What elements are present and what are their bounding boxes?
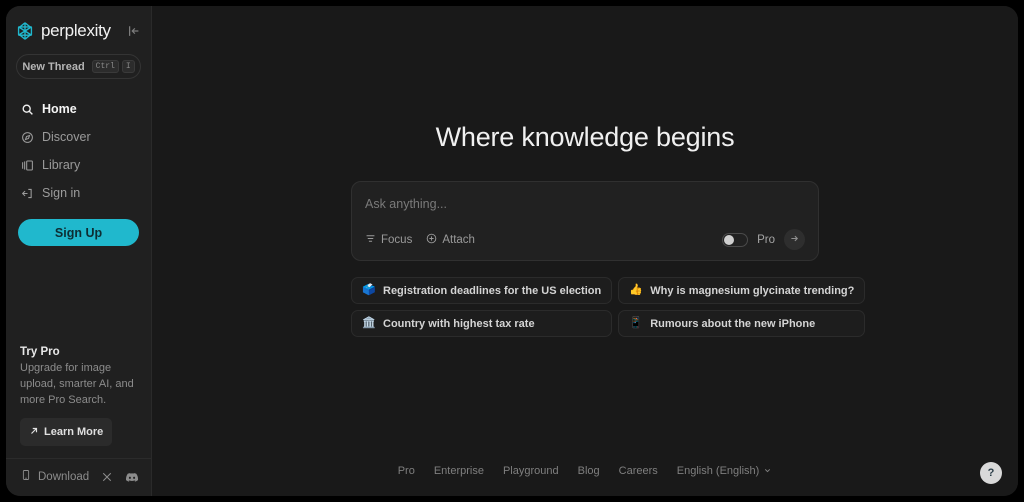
- page-title: Where knowledge begins: [436, 122, 735, 153]
- sidebar-item-sign-in[interactable]: Sign in: [6, 179, 151, 207]
- search-input[interactable]: [365, 197, 805, 229]
- suggestion-card-iphone[interactable]: 📱 Rumours about the new iPhone: [618, 310, 865, 337]
- x-twitter-icon[interactable]: [101, 471, 113, 483]
- focus-label: Focus: [381, 234, 412, 246]
- search-panel: Focus Attach Pro: [351, 181, 819, 261]
- download-label: Download: [38, 471, 89, 483]
- footer-link-careers[interactable]: Careers: [619, 465, 658, 477]
- library-icon: [20, 158, 34, 172]
- sidebar-spacer: [6, 246, 151, 346]
- language-selector[interactable]: English (English): [677, 462, 773, 480]
- suggestion-card-magnesium[interactable]: 👍 Why is magnesium glycinate trending?: [618, 277, 865, 304]
- focus-button[interactable]: Focus: [365, 231, 412, 249]
- footer-link-playground[interactable]: Playground: [503, 465, 559, 477]
- pro-toggle[interactable]: [722, 233, 748, 247]
- shortcut-key-ctrl: Ctrl: [92, 60, 119, 74]
- sidebar-item-discover-label: Discover: [42, 130, 91, 144]
- sign-up-button[interactable]: Sign Up: [18, 219, 139, 246]
- filter-icon: [365, 231, 376, 249]
- discord-icon[interactable]: [125, 472, 139, 483]
- footer-link-pro[interactable]: Pro: [398, 465, 415, 477]
- pro-toggle-knob: [724, 235, 734, 245]
- search-toolbar: Focus Attach Pro: [365, 229, 805, 250]
- app-window: perplexity New Thread Ctrl I: [6, 6, 1018, 496]
- social-links: [101, 471, 139, 483]
- question-mark-icon: ?: [988, 467, 995, 479]
- plus-circle-icon: [426, 231, 437, 249]
- mobile-icon: [20, 468, 32, 486]
- sidebar-item-home-label: Home: [42, 102, 77, 116]
- new-thread-button[interactable]: New Thread Ctrl I: [16, 54, 141, 79]
- sidebar-item-home[interactable]: Home: [6, 95, 151, 123]
- attach-button[interactable]: Attach: [426, 231, 475, 249]
- help-button[interactable]: ?: [980, 462, 1002, 484]
- suggestion-card-election[interactable]: 🗳️ Registration deadlines for the US ele…: [351, 277, 612, 304]
- sidebar-nav: Home Discover Library: [6, 95, 151, 207]
- brand-name: perplexity: [41, 21, 111, 41]
- suggestion-label: Rumours about the new iPhone: [650, 318, 815, 330]
- suggestion-label: Country with highest tax rate: [383, 318, 535, 330]
- mobile-phone-icon: 📱: [629, 318, 641, 329]
- classical-building-icon: 🏛️: [362, 318, 374, 329]
- compass-icon: [20, 130, 34, 144]
- submit-button[interactable]: [784, 229, 805, 250]
- collapse-sidebar-icon[interactable]: [125, 22, 143, 40]
- new-thread-shortcut: Ctrl I: [92, 60, 135, 74]
- language-label: English (English): [677, 465, 760, 477]
- footer-link-enterprise[interactable]: Enterprise: [434, 465, 484, 477]
- perplexity-star-icon: [14, 20, 36, 42]
- arrow-up-right-icon: [29, 423, 39, 441]
- sidebar: perplexity New Thread Ctrl I: [6, 6, 152, 496]
- brand-logo-row[interactable]: perplexity: [6, 6, 151, 42]
- sidebar-item-discover[interactable]: Discover: [6, 123, 151, 151]
- search-icon: [20, 102, 34, 116]
- try-pro-description: Upgrade for image upload, smarter AI, an…: [20, 361, 139, 409]
- try-pro-promo: Try Pro Upgrade for image upload, smarte…: [6, 346, 151, 446]
- main-content: Where knowledge begins Focus: [152, 6, 1018, 496]
- suggestion-label: Registration deadlines for the US electi…: [383, 285, 601, 297]
- sign-in-icon: [20, 186, 34, 200]
- search-toolbar-right: Pro: [722, 229, 805, 250]
- new-thread-label: New Thread: [22, 61, 84, 73]
- footer-nav: Pro Enterprise Playground Blog Careers E…: [152, 462, 1018, 480]
- suggestion-grid: 🗳️ Registration deadlines for the US ele…: [351, 277, 819, 337]
- chevron-down-icon: [763, 462, 772, 480]
- suggestion-label: Why is magnesium glycinate trending?: [650, 285, 854, 297]
- sign-up-label: Sign Up: [55, 226, 102, 240]
- sidebar-item-sign-in-label: Sign in: [42, 186, 80, 200]
- ballot-box-icon: 🗳️: [362, 285, 374, 296]
- try-pro-title: Try Pro: [20, 346, 139, 358]
- sidebar-footer: Download: [6, 458, 151, 496]
- footer-link-blog[interactable]: Blog: [578, 465, 600, 477]
- thumbs-up-icon: 👍: [629, 285, 641, 296]
- download-button[interactable]: Download: [20, 468, 89, 486]
- sidebar-item-library[interactable]: Library: [6, 151, 151, 179]
- arrow-right-icon: [789, 231, 800, 249]
- learn-more-label: Learn More: [44, 426, 103, 438]
- sidebar-item-library-label: Library: [42, 158, 80, 172]
- learn-more-button[interactable]: Learn More: [20, 418, 112, 446]
- shortcut-key-i: I: [122, 60, 135, 74]
- attach-label: Attach: [442, 234, 475, 246]
- suggestion-card-tax-rate[interactable]: 🏛️ Country with highest tax rate: [351, 310, 612, 337]
- pro-label: Pro: [757, 234, 775, 246]
